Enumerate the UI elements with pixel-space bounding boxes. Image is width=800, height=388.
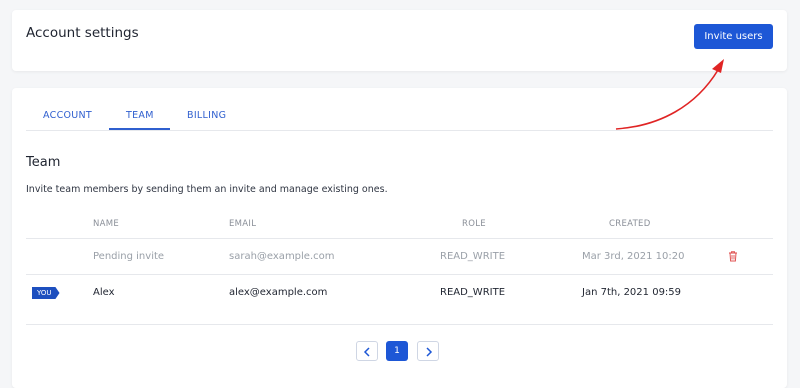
row-name: Pending invite bbox=[93, 251, 165, 262]
row-divider bbox=[26, 238, 773, 239]
team-settings-card: ACCOUNT TEAM BILLING Team Invite team me… bbox=[12, 88, 787, 388]
row-role: READ_WRITE bbox=[440, 251, 506, 262]
row-divider bbox=[26, 324, 773, 325]
row-email: sarah@example.com bbox=[229, 251, 335, 262]
tab-team[interactable]: TEAM bbox=[126, 110, 154, 121]
chevron-right-icon bbox=[426, 347, 433, 357]
pagination-page-1[interactable]: 1 bbox=[386, 341, 408, 361]
row-name: Alex bbox=[93, 287, 115, 298]
trash-icon[interactable] bbox=[727, 247, 739, 262]
active-tab-indicator bbox=[109, 128, 170, 130]
row-role: READ_WRITE bbox=[440, 287, 506, 298]
chevron-left-icon bbox=[363, 347, 370, 357]
invite-users-button[interactable]: Invite users bbox=[694, 24, 773, 49]
pagination-next-button[interactable] bbox=[417, 341, 439, 361]
tab-billing[interactable]: BILLING bbox=[187, 110, 226, 121]
tab-bar: ACCOUNT TEAM BILLING bbox=[26, 88, 773, 131]
column-header-email: EMAIL bbox=[229, 219, 257, 229]
row-email: alex@example.com bbox=[229, 287, 328, 298]
row-created: Mar 3rd, 2021 10:20 bbox=[582, 251, 685, 262]
row-divider bbox=[26, 274, 773, 275]
page-title: Account settings bbox=[26, 25, 139, 41]
tab-account[interactable]: ACCOUNT bbox=[43, 110, 92, 121]
section-description: Invite team members by sending them an i… bbox=[26, 184, 388, 195]
column-header-name: NAME bbox=[93, 219, 120, 229]
you-badge: YOU bbox=[32, 287, 60, 299]
column-header-role: ROLE bbox=[462, 219, 486, 229]
row-created: Jan 7th, 2021 09:59 bbox=[582, 287, 682, 298]
pagination-prev-button[interactable] bbox=[356, 341, 378, 361]
section-title: Team bbox=[26, 155, 61, 170]
header-card: Account settings Invite users bbox=[12, 10, 787, 71]
column-header-created: CREATED bbox=[609, 219, 651, 229]
